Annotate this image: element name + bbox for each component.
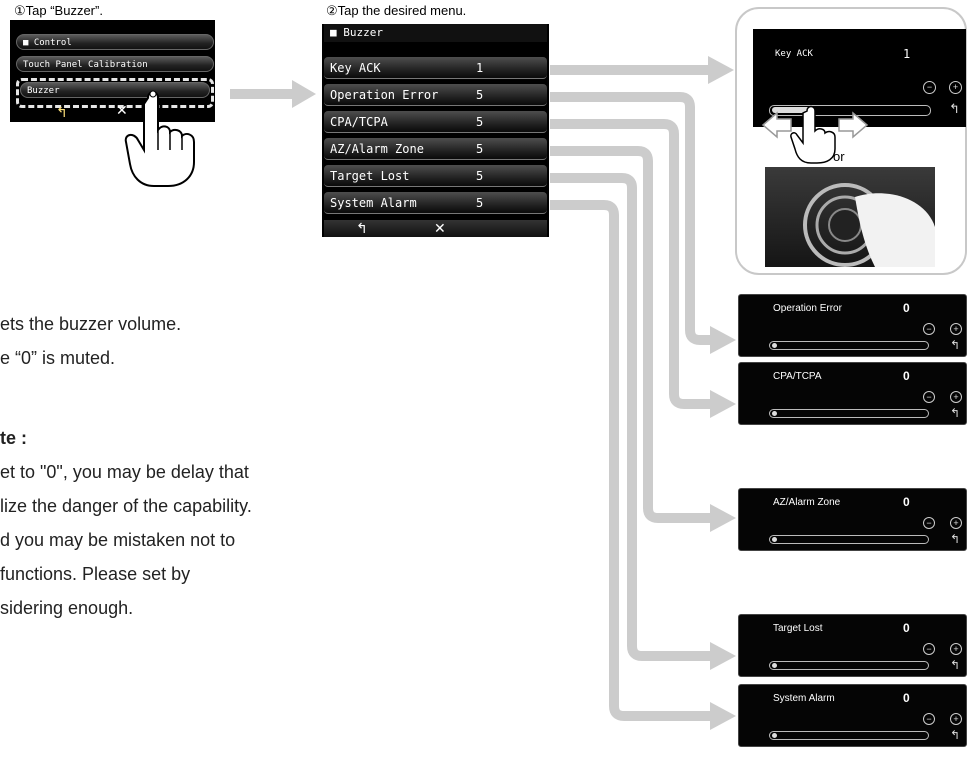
back-icon[interactable]: ↰ <box>950 728 960 742</box>
volume-slider[interactable] <box>769 409 929 418</box>
plus-button[interactable]: + <box>949 81 962 94</box>
panel-value: 0 <box>903 691 910 705</box>
volume-slider[interactable] <box>769 341 929 350</box>
panel-value: 0 <box>903 301 910 315</box>
panel-target-lost: Target Lost 0 − + ↰ <box>738 614 967 677</box>
key-ack-box: Key ACK 1 − + ↰ or <box>735 7 967 275</box>
note-line-4: functions. Please set by <box>0 564 191 584</box>
back-icon[interactable]: ↰ <box>950 532 960 546</box>
plus-button[interactable]: + <box>950 517 962 529</box>
panel-title: System Alarm <box>773 693 835 704</box>
slider-knob <box>772 411 777 416</box>
key-ack-title: Key ACK <box>775 49 813 59</box>
note-line-2: lize the danger of the capability. <box>0 496 252 516</box>
plus-button[interactable]: + <box>950 713 962 725</box>
minus-button[interactable]: − <box>923 391 935 403</box>
volume-slider[interactable] <box>769 535 929 544</box>
note-line-5: sidering enough. <box>0 598 134 618</box>
note-line-3: d you may be mistaken not to <box>0 530 236 550</box>
slider-knob <box>772 343 777 348</box>
minus-button[interactable]: − <box>923 643 935 655</box>
note-line-1: et to "0", you may be delay that <box>0 462 249 482</box>
panel-operation-error: Operation Error 0 − + ↰ <box>738 294 967 357</box>
plus-button[interactable]: + <box>950 643 962 655</box>
swipe-hand-icon <box>761 105 869 164</box>
panel-value: 0 <box>903 495 910 509</box>
or-label: or <box>833 149 845 164</box>
back-icon[interactable]: ↰ <box>950 406 960 420</box>
rotate-dial-icon <box>803 183 935 267</box>
note-heading: te : <box>0 428 27 448</box>
plus-button[interactable]: + <box>950 323 962 335</box>
key-ack-value: 1 <box>903 47 911 61</box>
minus-button[interactable]: − <box>923 81 936 94</box>
back-icon[interactable]: ↰ <box>950 658 960 672</box>
panel-title: AZ/Alarm Zone <box>773 497 841 508</box>
panel-value: 0 <box>903 369 910 383</box>
back-icon[interactable]: ↰ <box>949 101 960 117</box>
dial-photo <box>765 167 935 267</box>
text-line-1: ets the buzzer volume. <box>0 314 182 334</box>
text-line-2: e “0” is muted. <box>0 348 116 368</box>
panel-system-alarm: System Alarm 0 − + ↰ <box>738 684 967 747</box>
minus-button[interactable]: − <box>923 713 935 725</box>
minus-button[interactable]: − <box>923 517 935 529</box>
volume-slider[interactable] <box>769 661 929 670</box>
back-icon[interactable]: ↰ <box>950 338 960 352</box>
panel-title: Operation Error <box>773 303 842 314</box>
slider-knob <box>772 663 777 668</box>
panel-az-alarm-zone: AZ/Alarm Zone 0 − + ↰ <box>738 488 967 551</box>
panel-title: CPA/TCPA <box>773 371 822 382</box>
volume-slider[interactable] <box>769 731 929 740</box>
panel-value: 0 <box>903 621 910 635</box>
panel-title: Target Lost <box>773 623 823 634</box>
slider-knob <box>772 733 777 738</box>
minus-button[interactable]: − <box>923 323 935 335</box>
panel-cpa-tcpa: CPA/TCPA 0 − + ↰ <box>738 362 967 425</box>
plus-button[interactable]: + <box>950 391 962 403</box>
slider-knob <box>772 537 777 542</box>
